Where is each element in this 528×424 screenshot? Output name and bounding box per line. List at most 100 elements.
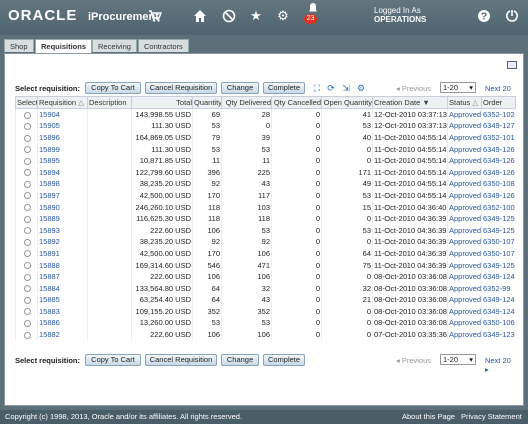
row-select-radio[interactable] xyxy=(24,215,31,223)
column-header-creation-date[interactable]: Creation Date ▼ xyxy=(372,96,448,109)
complete-button-bottom[interactable]: Complete xyxy=(263,354,305,366)
row-select-radio[interactable] xyxy=(24,331,31,339)
row-select-radio[interactable] xyxy=(24,262,31,270)
cell-order[interactable]: 6349-126 xyxy=(481,189,516,202)
row-select-radio[interactable] xyxy=(24,180,31,188)
cell-requisition[interactable]: 15896 xyxy=(37,131,88,144)
cancel-requisition-button-bottom[interactable]: Cancel Requisition xyxy=(145,354,217,366)
row-select-radio[interactable] xyxy=(24,320,31,327)
row-select-radio[interactable] xyxy=(24,285,31,293)
export-icon[interactable]: ⇲ xyxy=(341,83,351,93)
tab-requisitions[interactable]: Requisitions xyxy=(35,39,93,53)
cell-requisition[interactable]: 15888 xyxy=(37,259,88,271)
cell-order[interactable]: 6352-99 xyxy=(481,282,516,294)
cell-order[interactable]: 6349-124 xyxy=(481,305,516,318)
privacy-statement-link[interactable]: Privacy Statement xyxy=(461,410,522,424)
cell-status[interactable]: Approved xyxy=(447,282,482,294)
previous-link-bottom[interactable]: ◂ Previous xyxy=(396,356,431,365)
column-header-status[interactable]: Status △ xyxy=(447,96,482,109)
gear-icon[interactable]: ⚙ xyxy=(276,9,290,23)
cell-order[interactable]: 6349-126 xyxy=(481,154,516,167)
cell-requisition[interactable]: 15890 xyxy=(37,201,88,213)
cell-requisition[interactable]: 15885 xyxy=(37,294,88,306)
cell-status[interactable]: Approved xyxy=(447,120,482,132)
row-select-radio[interactable] xyxy=(24,146,31,154)
cell-status[interactable]: Approved xyxy=(447,247,482,260)
cell-order[interactable]: 6350-107 xyxy=(481,247,516,260)
row-select-radio[interactable] xyxy=(24,250,31,258)
row-select-radio[interactable] xyxy=(24,296,31,304)
cell-order[interactable]: 6349-124 xyxy=(481,294,516,306)
cell-status[interactable]: Approved xyxy=(447,317,482,329)
change-button[interactable]: Change xyxy=(221,82,259,94)
cell-status[interactable]: Approved xyxy=(447,131,482,144)
cell-status[interactable]: Approved xyxy=(447,189,482,202)
row-select-radio[interactable] xyxy=(24,192,31,200)
cell-requisition[interactable]: 15886 xyxy=(37,317,88,329)
row-select-radio[interactable] xyxy=(24,308,31,316)
range-select-bottom[interactable]: 1-20 ▾ xyxy=(440,354,476,365)
change-button-bottom[interactable]: Change xyxy=(221,354,259,366)
cell-order[interactable]: 6349-125 xyxy=(481,224,516,237)
settings-icon[interactable]: ⚙ xyxy=(356,83,366,93)
row-select-radio[interactable] xyxy=(24,227,31,235)
row-select-radio[interactable] xyxy=(24,122,31,130)
cell-order[interactable]: 6349-126 xyxy=(481,166,516,179)
row-select-radio[interactable] xyxy=(24,273,31,281)
cell-status[interactable]: Approved xyxy=(447,294,482,306)
cart-icon[interactable] xyxy=(148,9,163,23)
cell-order[interactable]: 6349-124 xyxy=(481,270,516,283)
cell-requisition[interactable]: 15897 xyxy=(37,189,88,202)
tab-shop[interactable]: Shop xyxy=(4,39,34,52)
cell-requisition[interactable]: 15891 xyxy=(37,247,88,260)
cell-order[interactable]: 6349-127 xyxy=(481,120,516,132)
cell-status[interactable]: Approved xyxy=(447,328,482,341)
star-icon[interactable]: ★ xyxy=(249,9,263,23)
complete-button[interactable]: Complete xyxy=(263,82,305,94)
tab-contractors[interactable]: Contractors xyxy=(138,39,189,52)
cell-status[interactable]: Approved xyxy=(447,270,482,283)
previous-link[interactable]: ◂ Previous xyxy=(396,84,431,93)
cancel-requisition-button[interactable]: Cancel Requisition xyxy=(145,82,217,94)
cell-order[interactable]: 6350-108 xyxy=(481,178,516,190)
row-select-radio[interactable] xyxy=(24,134,31,142)
cell-status[interactable]: Approved xyxy=(447,236,482,248)
cell-requisition[interactable]: 15899 xyxy=(37,143,88,155)
cell-status[interactable]: Approved xyxy=(447,305,482,318)
cell-requisition[interactable]: 15887 xyxy=(37,270,88,283)
cell-order[interactable]: 6352-100 xyxy=(481,201,516,213)
cell-requisition[interactable]: 15892 xyxy=(37,236,88,248)
cell-order[interactable]: 6350-106 xyxy=(481,317,516,329)
cell-requisition[interactable]: 15904 xyxy=(37,108,88,121)
cell-order[interactable]: 6349-123 xyxy=(481,328,516,341)
cell-requisition[interactable]: 15882 xyxy=(37,328,88,341)
cell-requisition[interactable]: 15883 xyxy=(37,305,88,318)
cell-status[interactable]: Approved xyxy=(447,201,482,213)
cell-requisition[interactable]: 15889 xyxy=(37,212,88,225)
cell-status[interactable]: Approved xyxy=(447,212,482,225)
home-icon[interactable] xyxy=(193,9,207,23)
cell-requisition[interactable]: 15895 xyxy=(37,154,88,167)
cell-order[interactable]: 6352-102 xyxy=(481,108,516,121)
cell-status[interactable]: Approved xyxy=(447,259,482,271)
cell-status[interactable]: Approved xyxy=(447,143,482,155)
copy-to-cart-button[interactable]: Copy To Cart xyxy=(85,82,141,94)
help-icon[interactable]: ? xyxy=(477,9,491,23)
next-link-bottom[interactable]: Next 20 ▸ xyxy=(485,356,515,374)
cell-order[interactable]: 6349-125 xyxy=(481,259,516,271)
row-select-radio[interactable] xyxy=(24,157,31,165)
row-select-radio[interactable] xyxy=(24,238,31,246)
cell-status[interactable]: Approved xyxy=(447,108,482,121)
no-entry-icon[interactable] xyxy=(222,9,236,23)
range-select[interactable]: 1-20 ▾ xyxy=(440,82,476,93)
tab-receiving[interactable]: Receiving xyxy=(92,39,137,52)
cell-requisition[interactable]: 15905 xyxy=(37,120,88,132)
cell-requisition[interactable]: 15894 xyxy=(37,166,88,179)
row-select-radio[interactable] xyxy=(24,111,31,119)
refresh-icon[interactable]: ⟳ xyxy=(326,83,336,93)
cell-status[interactable]: Approved xyxy=(447,178,482,190)
column-header-requisition[interactable]: Requisition △ xyxy=(37,96,88,109)
cell-order[interactable]: 6350-107 xyxy=(481,236,516,248)
cell-order[interactable]: 6349-126 xyxy=(481,143,516,155)
row-select-radio[interactable] xyxy=(24,169,31,177)
